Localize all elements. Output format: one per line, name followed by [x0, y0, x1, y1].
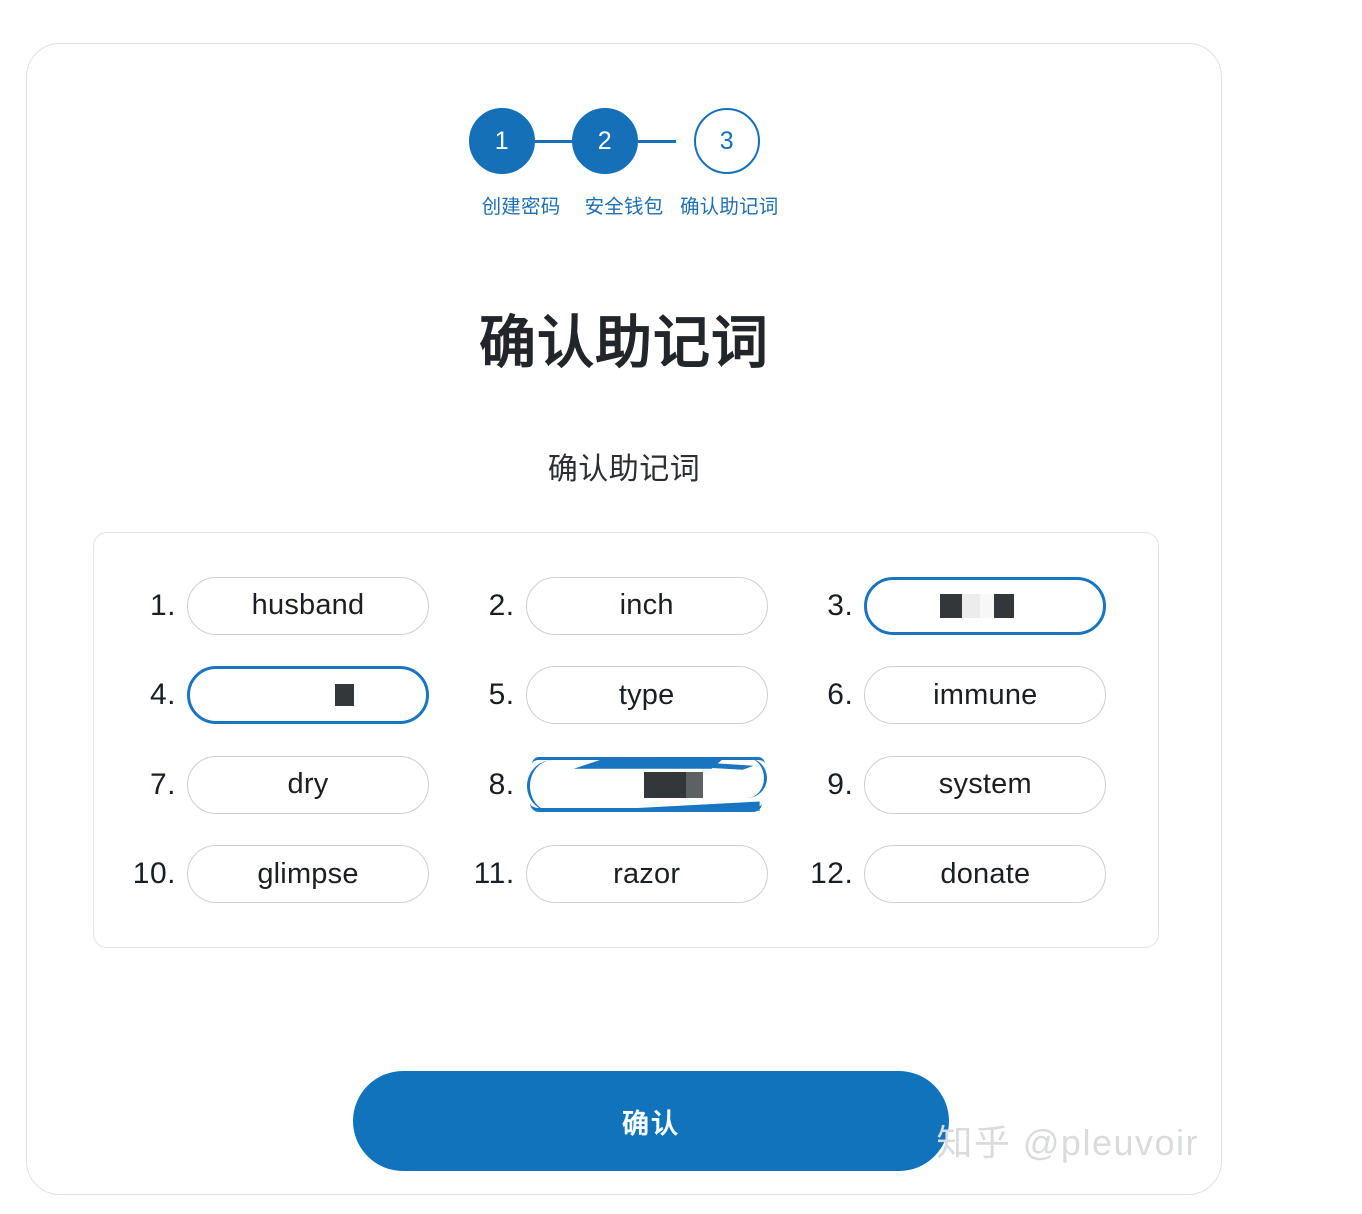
mnemonic-word-box-12[interactable]: donate — [864, 845, 1107, 904]
mnemonic-word-box-7[interactable]: dry — [187, 755, 429, 814]
stepper-step-3-circle-row: 3 — [694, 108, 760, 174]
mnemonic-index-7: 7. — [149, 767, 176, 801]
mnemonic-index-6: 6. — [827, 678, 854, 712]
mnemonic-word-box-5[interactable]: type — [525, 666, 768, 725]
app-screen: 1 创建密码 2 安全钱包 3 确认助记词 确认助记词 确认助记词 1. hus… — [0, 0, 1362, 1214]
mnemonic-word-box-2[interactable]: inch — [525, 576, 768, 635]
mnemonic-words-grid: 1. husband 2. inch 3. 4. 5. type 6. immu… — [118, 561, 1134, 919]
stepper-step-1-circle: 1 — [469, 108, 535, 174]
mnemonic-index-8: 8. — [488, 767, 515, 801]
mnemonic-index-11: 11. — [473, 857, 515, 891]
setup-stepper: 1 创建密码 2 安全钱包 3 确认助记词 — [27, 108, 1221, 223]
stepper-step-2-circle: 2 — [572, 108, 638, 174]
mnemonic-word-box-10[interactable]: glimpse — [187, 845, 429, 904]
page-subtitle: 确认助记词 — [547, 453, 701, 486]
mnemonic-word-box-11[interactable]: razor — [525, 845, 768, 904]
redaction-block — [962, 593, 981, 618]
redaction-block — [994, 593, 1015, 618]
page-title: 确认助记词 — [479, 311, 769, 375]
stepper-step-2-circle-row: 2 — [572, 108, 676, 174]
mnemonic-item-10: 10. glimpse — [118, 830, 457, 920]
mnemonic-item-3: 3. — [795, 561, 1134, 651]
mnemonic-word-box-1[interactable]: husband — [187, 576, 429, 635]
redaction-blocks-3 — [940, 593, 1015, 618]
mnemonic-word-box-9[interactable]: system — [864, 755, 1107, 814]
redaction-block — [980, 593, 995, 618]
mnemonic-item-1: 1. husband — [118, 561, 457, 651]
stepper-step-3[interactable]: 3 确认助记词 — [676, 108, 779, 223]
mnemonic-item-5: 5. type — [457, 651, 796, 741]
mnemonic-item-11: 11. razor — [457, 830, 796, 920]
redaction-block — [685, 771, 703, 798]
mnemonic-words-panel: 1. husband 2. inch 3. 4. 5. type 6. immu… — [93, 532, 1159, 948]
stepper-step-1-circle-row: 1 — [469, 108, 573, 174]
stepper-step-3-circle: 3 — [694, 108, 760, 174]
stepper-step-1[interactable]: 1 创建密码 — [469, 108, 573, 223]
mnemonic-word-box-4[interactable] — [187, 666, 429, 725]
mnemonic-word-box-3[interactable] — [864, 576, 1107, 635]
mnemonic-item-4: 4. — [118, 651, 457, 741]
watermark: 知乎 @pleuvoir — [936, 1122, 1199, 1163]
mnemonic-item-9: 9. system — [795, 740, 1134, 830]
mnemonic-word-box-8[interactable] — [526, 756, 768, 814]
mnemonic-index-3: 3. — [827, 588, 854, 622]
mnemonic-item-2: 2. inch — [457, 561, 796, 651]
glitch-edge-right — [738, 757, 767, 798]
stepper-step-3-label: 确认助记词 — [679, 196, 779, 218]
mnemonic-index-5: 5. — [488, 678, 515, 712]
redaction-block — [334, 684, 354, 707]
mnemonic-item-8: 8. — [457, 740, 796, 830]
mnemonic-item-7: 7. dry — [118, 740, 457, 830]
mnemonic-index-10: 10. — [132, 857, 176, 891]
wallet-setup-card: 1 创建密码 2 安全钱包 3 确认助记词 确认助记词 确认助记词 1. hus… — [26, 43, 1222, 1195]
redaction-blocks-8 — [643, 771, 703, 798]
mnemonic-index-2: 2. — [488, 588, 515, 622]
mnemonic-item-6: 6. immune — [795, 651, 1134, 741]
redaction-blocks-4 — [334, 684, 354, 707]
mnemonic-item-12: 12. donate — [795, 830, 1134, 920]
stepper-step-1-label: 创建密码 — [481, 196, 561, 218]
stepper-connector-1-2 — [535, 139, 573, 143]
mnemonic-index-9: 9. — [827, 767, 854, 801]
mnemonic-index-1: 1. — [149, 588, 176, 622]
mnemonic-index-4: 4. — [149, 678, 176, 712]
stepper-connector-2-3 — [638, 139, 676, 143]
confirm-button[interactable]: 确认 — [353, 1071, 949, 1171]
mnemonic-index-12: 12. — [810, 857, 854, 891]
mnemonic-word-box-6[interactable]: immune — [864, 666, 1107, 725]
redaction-block — [643, 771, 686, 798]
stepper-step-2-label: 安全钱包 — [584, 196, 664, 218]
stepper-step-2[interactable]: 2 安全钱包 — [572, 108, 676, 223]
redaction-block — [940, 593, 963, 618]
